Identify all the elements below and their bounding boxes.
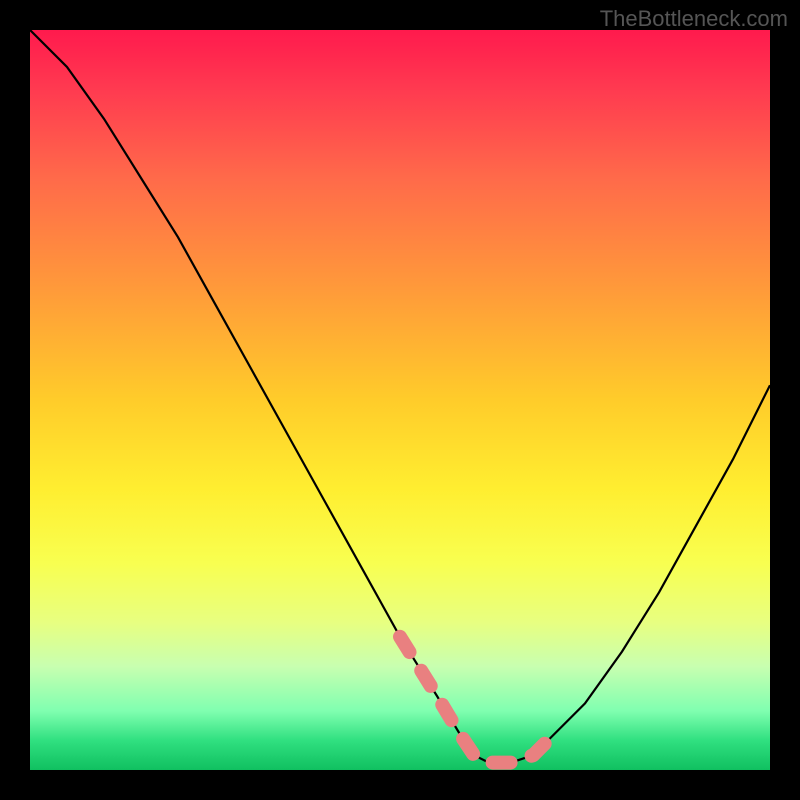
plot-area bbox=[30, 30, 770, 770]
bottleneck-curve bbox=[30, 30, 770, 763]
bottleneck-chart bbox=[30, 30, 770, 770]
watermark-text: TheBottleneck.com bbox=[600, 6, 788, 32]
valley-markers bbox=[400, 637, 548, 763]
